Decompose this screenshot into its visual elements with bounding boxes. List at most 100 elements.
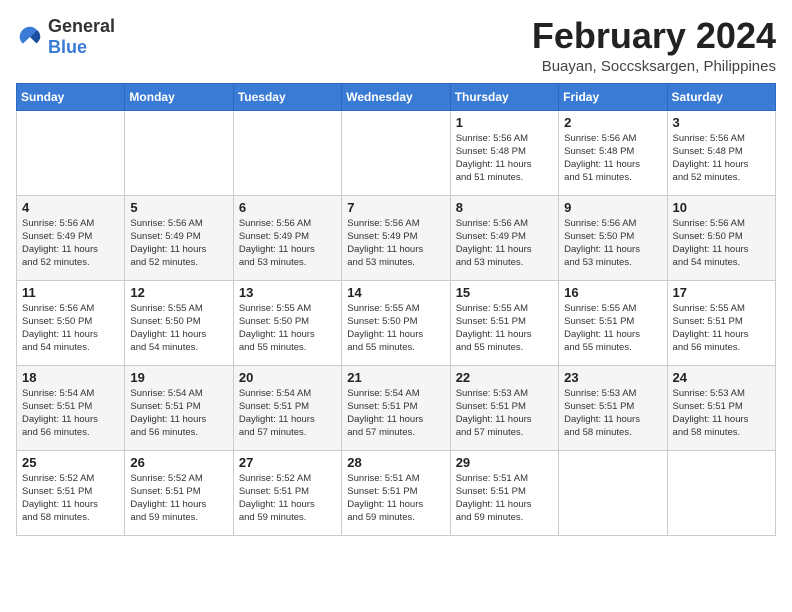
day-number: 19: [130, 370, 227, 385]
calendar-cell: 24Sunrise: 5:53 AMSunset: 5:51 PMDayligh…: [667, 365, 775, 450]
calendar-cell: 8Sunrise: 5:56 AMSunset: 5:49 PMDaylight…: [450, 195, 558, 280]
day-number: 21: [347, 370, 444, 385]
day-info: Sunrise: 5:56 AMSunset: 5:49 PMDaylight:…: [239, 217, 336, 270]
day-info: Sunrise: 5:56 AMSunset: 5:49 PMDaylight:…: [130, 217, 227, 270]
day-number: 9: [564, 200, 661, 215]
day-info: Sunrise: 5:51 AMSunset: 5:51 PMDaylight:…: [347, 472, 444, 525]
calendar-week-row: 11 Sunrise: 5:56 AMSunset: 5:50 PMDayligh…: [17, 280, 776, 365]
day-number: 27: [239, 455, 336, 470]
header-thursday: Thursday: [450, 83, 558, 110]
day-info: Sunrise: 5:53 AMSunset: 5:51 PMDaylight:…: [456, 387, 553, 440]
day-number: 26: [130, 455, 227, 470]
calendar-header-row: SundayMondayTuesdayWednesdayThursdayFrid…: [17, 83, 776, 110]
month-title: February 2024: [532, 16, 776, 56]
logo-icon: [16, 23, 44, 51]
calendar-cell: 28 Sunrise: 5:51 AMSunset: 5:51 PMDayligh…: [342, 450, 450, 535]
header-saturday: Saturday: [667, 83, 775, 110]
day-number: 29: [456, 455, 553, 470]
day-info: Sunrise: 5:52 AMSunset: 5:51 PMDaylight:…: [239, 472, 336, 525]
day-info: Sunrise: 5:51 AMSunset: 5:51 PMDaylight:…: [456, 472, 553, 525]
day-info: Sunrise: 5:55 AMSunset: 5:50 PMDaylight:…: [130, 302, 227, 355]
calendar-cell: 23 Sunrise: 5:53 AMSunset: 5:51 PMDayligh…: [559, 365, 667, 450]
day-info: Sunrise: 5:52 AMSunset: 5:51 PMDaylight:…: [130, 472, 227, 525]
calendar-cell: 14 Sunrise: 5:55 AMSunset: 5:50 PMDayligh…: [342, 280, 450, 365]
day-number: 15: [456, 285, 553, 300]
day-info: Sunrise: 5:56 AMSunset: 5:49 PMDaylight:…: [347, 217, 444, 270]
day-info: Sunrise: 5:55 AMSunset: 5:50 PMDaylight:…: [347, 302, 444, 355]
logo-blue: Blue: [48, 37, 87, 57]
day-info: Sunrise: 5:56 AMSunset: 5:49 PMDaylight:…: [456, 217, 553, 270]
calendar-cell: 1 Sunrise: 5:56 AMSunset: 5:48 PMDaylight…: [450, 110, 558, 195]
calendar-cell: 29 Sunrise: 5:51 AMSunset: 5:51 PMDayligh…: [450, 450, 558, 535]
day-info: Sunrise: 5:54 AMSunset: 5:51 PMDaylight:…: [130, 387, 227, 440]
day-info: Sunrise: 5:56 AMSunset: 5:49 PMDaylight:…: [22, 217, 119, 270]
calendar-week-row: 4Sunrise: 5:56 AMSunset: 5:49 PMDaylight…: [17, 195, 776, 280]
day-info: Sunrise: 5:56 AMSunset: 5:48 PMDaylight:…: [456, 132, 553, 185]
day-number: 14: [347, 285, 444, 300]
calendar-cell: [559, 450, 667, 535]
day-info: Sunrise: 5:56 AMSunset: 5:50 PMDaylight:…: [22, 302, 119, 355]
calendar-cell: 7 Sunrise: 5:56 AMSunset: 5:49 PMDaylight…: [342, 195, 450, 280]
day-number: 24: [673, 370, 770, 385]
calendar-cell: 19 Sunrise: 5:54 AMSunset: 5:51 PMDayligh…: [125, 365, 233, 450]
day-number: 10: [673, 200, 770, 215]
calendar-cell: [342, 110, 450, 195]
page-header: General Blue February 2024 Buayan, Soccs…: [16, 16, 776, 75]
day-number: 7: [347, 200, 444, 215]
day-number: 20: [239, 370, 336, 385]
calendar-cell: 11 Sunrise: 5:56 AMSunset: 5:50 PMDayligh…: [17, 280, 125, 365]
calendar-cell: [233, 110, 341, 195]
header-tuesday: Tuesday: [233, 83, 341, 110]
day-info: Sunrise: 5:55 AMSunset: 5:51 PMDaylight:…: [673, 302, 770, 355]
logo-general: General: [48, 16, 115, 36]
calendar-week-row: 25 Sunrise: 5:52 AMSunset: 5:51 PMDayligh…: [17, 450, 776, 535]
day-info: Sunrise: 5:54 AMSunset: 5:51 PMDaylight:…: [347, 387, 444, 440]
day-number: 3: [673, 115, 770, 130]
day-info: Sunrise: 5:56 AMSunset: 5:48 PMDaylight:…: [673, 132, 770, 185]
day-number: 22: [456, 370, 553, 385]
day-number: 5: [130, 200, 227, 215]
calendar-cell: 26 Sunrise: 5:52 AMSunset: 5:51 PMDayligh…: [125, 450, 233, 535]
calendar-cell: 22 Sunrise: 5:53 AMSunset: 5:51 PMDayligh…: [450, 365, 558, 450]
header-wednesday: Wednesday: [342, 83, 450, 110]
calendar-cell: [17, 110, 125, 195]
calendar-cell: 16Sunrise: 5:55 AMSunset: 5:51 PMDayligh…: [559, 280, 667, 365]
calendar-cell: 2Sunrise: 5:56 AMSunset: 5:48 PMDaylight…: [559, 110, 667, 195]
day-info: Sunrise: 5:52 AMSunset: 5:51 PMDaylight:…: [22, 472, 119, 525]
day-number: 28: [347, 455, 444, 470]
day-number: 18: [22, 370, 119, 385]
day-number: 6: [239, 200, 336, 215]
calendar-week-row: 1 Sunrise: 5:56 AMSunset: 5:48 PMDaylight…: [17, 110, 776, 195]
calendar-cell: 10 Sunrise: 5:56 AMSunset: 5:50 PMDayligh…: [667, 195, 775, 280]
calendar-cell: 27 Sunrise: 5:52 AMSunset: 5:51 PMDayligh…: [233, 450, 341, 535]
calendar-cell: 18Sunrise: 5:54 AMSunset: 5:51 PMDayligh…: [17, 365, 125, 450]
calendar-cell: 15Sunrise: 5:55 AMSunset: 5:51 PMDayligh…: [450, 280, 558, 365]
calendar-cell: 6 Sunrise: 5:56 AMSunset: 5:49 PMDaylight…: [233, 195, 341, 280]
day-info: Sunrise: 5:55 AMSunset: 5:51 PMDaylight:…: [564, 302, 661, 355]
day-number: 13: [239, 285, 336, 300]
title-area: February 2024 Buayan, Soccsksargen, Phil…: [532, 16, 776, 75]
calendar-cell: 25 Sunrise: 5:52 AMSunset: 5:51 PMDayligh…: [17, 450, 125, 535]
day-info: Sunrise: 5:53 AMSunset: 5:51 PMDaylight:…: [564, 387, 661, 440]
logo-text: General Blue: [48, 16, 115, 58]
header-monday: Monday: [125, 83, 233, 110]
day-number: 1: [456, 115, 553, 130]
calendar-cell: [125, 110, 233, 195]
day-info: Sunrise: 5:54 AMSunset: 5:51 PMDaylight:…: [239, 387, 336, 440]
calendar-cell: 21 Sunrise: 5:54 AMSunset: 5:51 PMDayligh…: [342, 365, 450, 450]
day-number: 11: [22, 285, 119, 300]
day-number: 23: [564, 370, 661, 385]
calendar-cell: [667, 450, 775, 535]
header-friday: Friday: [559, 83, 667, 110]
day-number: 25: [22, 455, 119, 470]
calendar-cell: 13Sunrise: 5:55 AMSunset: 5:50 PMDayligh…: [233, 280, 341, 365]
day-info: Sunrise: 5:56 AMSunset: 5:50 PMDaylight:…: [564, 217, 661, 270]
calendar-cell: 9 Sunrise: 5:56 AMSunset: 5:50 PMDaylight…: [559, 195, 667, 280]
header-sunday: Sunday: [17, 83, 125, 110]
calendar-cell: 20 Sunrise: 5:54 AMSunset: 5:51 PMDayligh…: [233, 365, 341, 450]
calendar-cell: 3 Sunrise: 5:56 AMSunset: 5:48 PMDaylight…: [667, 110, 775, 195]
logo: General Blue: [16, 16, 115, 58]
calendar-cell: 17Sunrise: 5:55 AMSunset: 5:51 PMDayligh…: [667, 280, 775, 365]
calendar-cell: 5 Sunrise: 5:56 AMSunset: 5:49 PMDaylight…: [125, 195, 233, 280]
day-info: Sunrise: 5:56 AMSunset: 5:50 PMDaylight:…: [673, 217, 770, 270]
